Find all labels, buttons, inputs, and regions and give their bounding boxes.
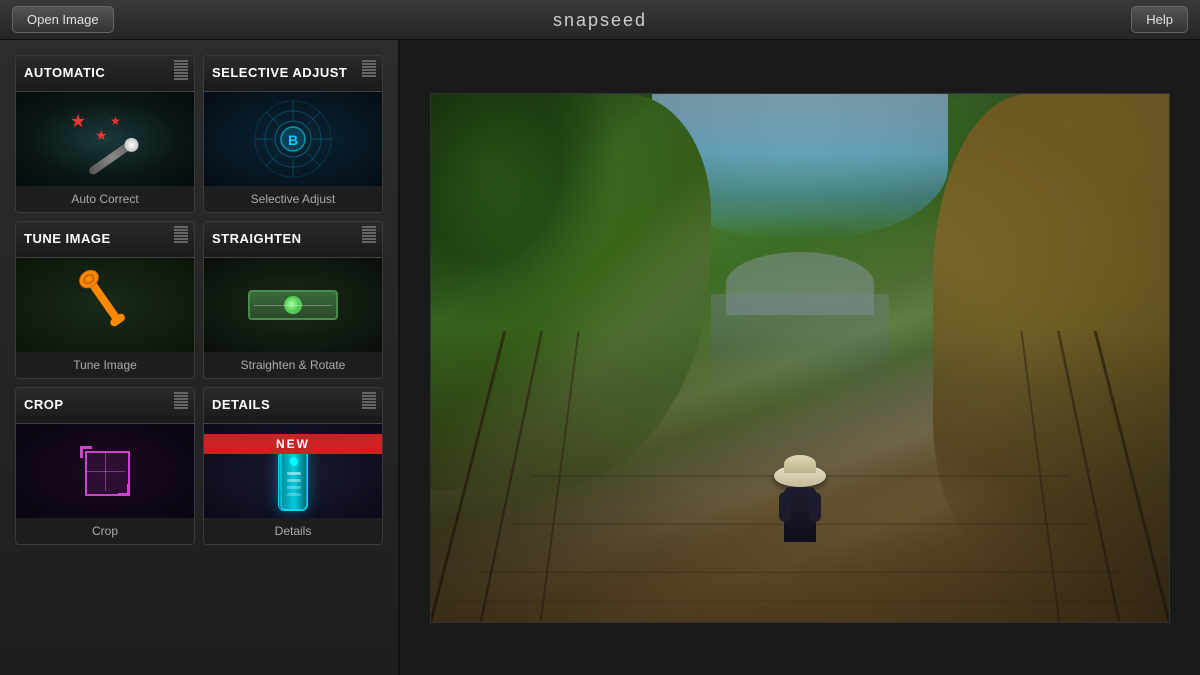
crop-title: CROP xyxy=(24,398,64,412)
sidebar: AUTOMATIC ★ ★ ★ xyxy=(0,40,400,675)
crop-label: Crop xyxy=(16,518,194,544)
new-badge: NEW xyxy=(204,434,382,454)
crop-icon xyxy=(70,436,140,506)
main-content: AUTOMATIC ★ ★ ★ xyxy=(0,40,1200,675)
tool-card-tune-image[interactable]: TUNE IMAGE xyxy=(15,221,195,379)
auto-correct-title: AUTOMATIC xyxy=(24,66,105,80)
open-image-button[interactable]: Open Image xyxy=(12,6,114,33)
barcode-straighten xyxy=(362,226,376,252)
app-title: snapseed xyxy=(553,10,647,31)
person-hat xyxy=(774,465,826,487)
tune-image-icon xyxy=(65,270,145,340)
details-title: DETAILS xyxy=(212,398,270,412)
barcode-selective xyxy=(362,60,376,86)
photo-frame xyxy=(430,93,1170,623)
help-button[interactable]: Help xyxy=(1131,6,1188,33)
auto-correct-icon: ★ ★ ★ xyxy=(65,109,145,169)
tool-card-details[interactable]: DETAILS NEW xyxy=(203,387,383,545)
selective-adjust-label: Selective Adjust xyxy=(204,186,382,212)
tune-image-title: TUNE IMAGE xyxy=(24,232,111,246)
tool-card-selective-adjust[interactable]: SELECTIVE ADJUST xyxy=(203,55,383,213)
barcode-auto-correct xyxy=(174,60,188,86)
selective-adjust-title: SELECTIVE ADJUST xyxy=(212,66,347,80)
tool-card-crop[interactable]: CROP Crop xyxy=(15,387,195,545)
barcode-crop xyxy=(174,392,188,418)
straighten-label: Straighten & Rotate xyxy=(204,352,382,378)
svg-text:B: B xyxy=(288,132,298,148)
details-icon xyxy=(278,446,308,511)
barcode-details xyxy=(362,392,376,418)
person-body xyxy=(784,487,816,542)
straighten-icon xyxy=(248,290,338,320)
selective-adjust-icon: B xyxy=(253,99,333,179)
image-area xyxy=(400,40,1200,675)
tool-card-auto-correct[interactable]: AUTOMATIC ★ ★ ★ xyxy=(15,55,195,213)
auto-correct-label: Auto Correct xyxy=(16,186,194,212)
person-figure xyxy=(774,465,826,542)
tool-card-straighten[interactable]: STRAIGHTEN Straighten & Rotate xyxy=(203,221,383,379)
tune-image-label: Tune Image xyxy=(16,352,194,378)
barcode-tune xyxy=(174,226,188,252)
header: Open Image snapseed Help xyxy=(0,0,1200,40)
details-label: Details xyxy=(204,518,382,544)
straighten-title: STRAIGHTEN xyxy=(212,232,302,246)
